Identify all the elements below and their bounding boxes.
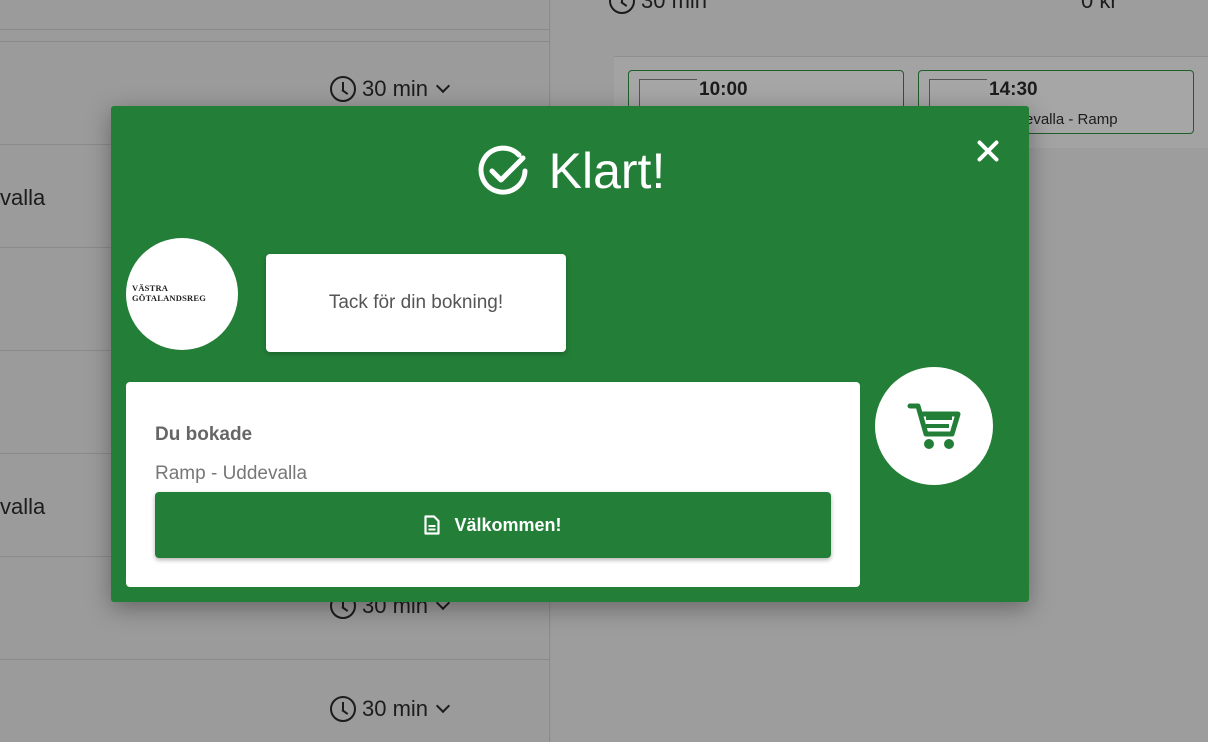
avatar: VÄSTRA GÖTALANDSREG	[126, 238, 238, 350]
booking-confirmation-modal: Klart! VÄSTRA GÖTALANDSREG Tack för din …	[111, 106, 1029, 602]
clock-icon	[330, 696, 356, 722]
shopping-cart-icon	[907, 403, 961, 449]
chevron-down-icon	[435, 78, 451, 94]
welcome-button[interactable]: Välkommen!	[155, 492, 831, 558]
cart-button[interactable]	[875, 367, 993, 485]
modal-title: Klart!	[111, 142, 1029, 200]
summary-detail: Ramp - Uddevalla	[155, 463, 308, 484]
background-row: 30 min	[0, 659, 550, 742]
organization-logo: VÄSTRA GÖTALANDSREG	[132, 283, 207, 303]
booking-summary-card: Du bokade Ramp - Uddevalla Välkommen!	[126, 382, 860, 587]
document-icon	[424, 515, 441, 535]
check-circle-icon	[478, 145, 528, 195]
message-bubble: Tack för din bokning!	[266, 254, 566, 352]
summary-heading: Du bokade	[155, 424, 253, 445]
clock-icon	[609, 0, 635, 14]
clock-icon	[330, 76, 356, 102]
background-price: 0 kr	[1081, 0, 1118, 13]
close-button[interactable]	[973, 136, 1003, 166]
chevron-down-icon	[435, 698, 451, 714]
